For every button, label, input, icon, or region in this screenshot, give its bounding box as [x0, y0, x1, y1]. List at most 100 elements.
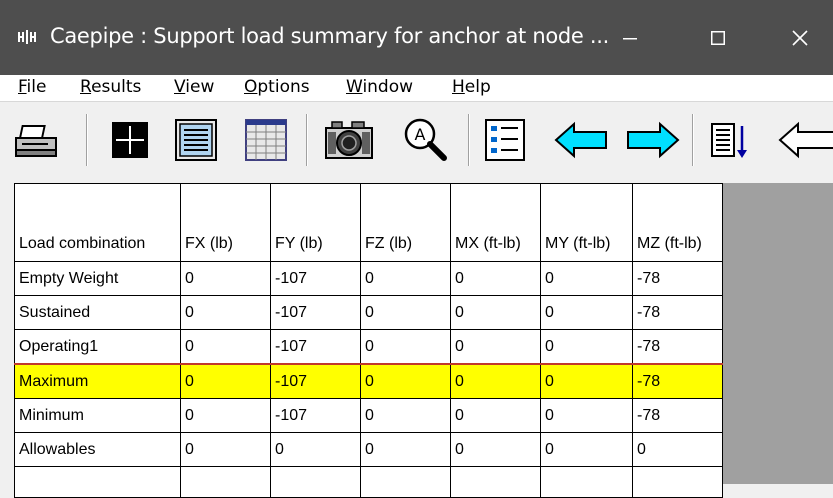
table-header-row: Load combination FX (lb) FY (lb) FZ (lb)… — [14, 183, 723, 262]
table-cell[interactable]: 0 — [360, 398, 451, 433]
maximize-button[interactable] — [688, 0, 748, 75]
table-cell[interactable] — [450, 466, 541, 498]
table-cell[interactable]: 0 — [180, 432, 271, 467]
menu-options[interactable]: Options — [244, 77, 310, 97]
crosshair-icon — [112, 122, 148, 158]
table-cell[interactable]: 0 — [180, 295, 271, 330]
table-cell[interactable]: 0 — [180, 329, 271, 365]
table-cell[interactable]: 0 — [540, 329, 633, 365]
sort-button[interactable] — [708, 110, 762, 170]
table-cell[interactable]: 0 — [632, 432, 723, 467]
table-cell[interactable]: 0 — [450, 363, 541, 399]
menu-file[interactable]: File — [18, 77, 46, 97]
toolbar-separator — [306, 114, 308, 166]
table-cell[interactable]: -107 — [270, 398, 361, 433]
table-cell[interactable]: 0 — [360, 432, 451, 467]
table-cell[interactable]: 0 — [180, 261, 271, 296]
support-load-table: Load combination FX (lb) FY (lb) FZ (lb)… — [14, 183, 723, 498]
column-header[interactable]: MX (ft-lb) — [450, 183, 541, 262]
next-button[interactable] — [622, 110, 680, 170]
table-cell[interactable] — [14, 466, 181, 498]
table-cell[interactable]: 0 — [180, 398, 271, 433]
menu-results[interactable]: Results — [80, 77, 141, 97]
camera-icon — [325, 121, 373, 159]
camera-button[interactable] — [322, 110, 376, 170]
table-row[interactable]: Operating1 0 -107 0 0 0 -78 — [14, 329, 723, 365]
table-cell[interactable] — [540, 466, 633, 498]
row-header-strip — [0, 183, 15, 484]
column-header[interactable]: MZ (ft-lb) — [632, 183, 723, 262]
print-button[interactable] — [12, 110, 66, 170]
table-cell[interactable]: 0 — [450, 295, 541, 330]
table-cell[interactable]: 0 — [450, 398, 541, 433]
table-cell[interactable]: 0 — [270, 432, 361, 467]
table-cell[interactable] — [360, 466, 451, 498]
table-row[interactable]: Minimum 0 -107 0 0 0 -78 — [14, 398, 723, 433]
list-button[interactable] — [480, 110, 534, 170]
column-header[interactable]: FX (lb) — [180, 183, 271, 262]
table-cell[interactable]: -78 — [632, 398, 723, 433]
table-cell[interactable]: 0 — [540, 363, 633, 399]
table-cell[interactable]: -107 — [270, 363, 361, 399]
menu-view[interactable]: View — [174, 77, 214, 97]
table-cell[interactable] — [632, 466, 723, 498]
table-cell[interactable]: -78 — [632, 295, 723, 330]
table-cell[interactable]: 0 — [360, 295, 451, 330]
table-row[interactable]: Empty Weight 0 -107 0 0 0 -78 — [14, 261, 723, 296]
close-button[interactable] — [770, 0, 830, 75]
table-cell[interactable] — [270, 466, 361, 498]
crosshair-button[interactable] — [104, 110, 158, 170]
table-cell[interactable]: -107 — [270, 329, 361, 365]
table-cell[interactable]: Minimum — [14, 398, 181, 433]
table-cell[interactable]: 0 — [180, 363, 271, 399]
table-cell[interactable]: Operating1 — [14, 329, 181, 365]
table-cell[interactable]: 0 — [450, 329, 541, 365]
menu-window[interactable]: Window — [346, 77, 413, 97]
close-icon — [792, 29, 808, 46]
table-cell[interactable]: 0 — [540, 398, 633, 433]
table-row-highlighted[interactable]: Maximum 0 -107 0 0 0 -78 — [14, 363, 723, 399]
title-bar[interactable]: Caepipe : Support load summary for ancho… — [0, 0, 833, 75]
table-row[interactable]: Allowables 0 0 0 0 0 0 — [14, 432, 723, 467]
grid-view-button[interactable] — [240, 110, 294, 170]
table-cell[interactable]: 0 — [360, 363, 451, 399]
toolbar: A — [0, 101, 833, 184]
column-header[interactable]: FY (lb) — [270, 183, 361, 262]
menu-help[interactable]: Help — [452, 77, 491, 97]
caepipe-icon — [18, 30, 36, 44]
arrow-left-outline-icon — [778, 121, 833, 159]
table-cell[interactable]: 0 — [360, 261, 451, 296]
maximize-icon — [711, 30, 725, 45]
back-button[interactable] — [776, 110, 833, 170]
printer-icon — [15, 125, 57, 157]
table-cell[interactable]: -78 — [632, 329, 723, 365]
table-cell[interactable]: Allowables — [14, 432, 181, 467]
table-cell[interactable]: Empty Weight — [14, 261, 181, 296]
grid-icon — [245, 119, 287, 161]
table-cell[interactable]: -78 — [632, 261, 723, 296]
table-cell[interactable]: 0 — [540, 432, 633, 467]
table-cell[interactable]: -78 — [632, 363, 723, 399]
column-header[interactable]: Load combination — [14, 183, 181, 262]
table-cell[interactable]: -107 — [270, 261, 361, 296]
table-cell[interactable]: 0 — [450, 261, 541, 296]
arrow-left-icon — [554, 121, 607, 159]
table-cell[interactable]: 0 — [450, 432, 541, 467]
table-row-empty[interactable] — [14, 466, 723, 498]
table-cell[interactable]: 0 — [540, 261, 633, 296]
table-cell[interactable]: 0 — [360, 329, 451, 365]
table-cell[interactable]: Maximum — [14, 363, 181, 399]
table-cell[interactable]: -107 — [270, 295, 361, 330]
table-row[interactable]: Sustained 0 -107 0 0 0 -78 — [14, 295, 723, 330]
minimize-button[interactable] — [600, 0, 660, 75]
sort-down-icon — [711, 123, 747, 158]
text-report-button[interactable] — [170, 110, 224, 170]
column-header[interactable]: FZ (lb) — [360, 183, 451, 262]
zoom-button[interactable]: A — [398, 110, 452, 170]
table-cell[interactable] — [180, 466, 271, 498]
table-cell[interactable]: Sustained — [14, 295, 181, 330]
table-cell[interactable]: 0 — [540, 295, 633, 330]
arrow-right-icon — [627, 121, 680, 159]
column-header[interactable]: MY (ft-lb) — [540, 183, 633, 262]
previous-button[interactable] — [552, 110, 607, 170]
